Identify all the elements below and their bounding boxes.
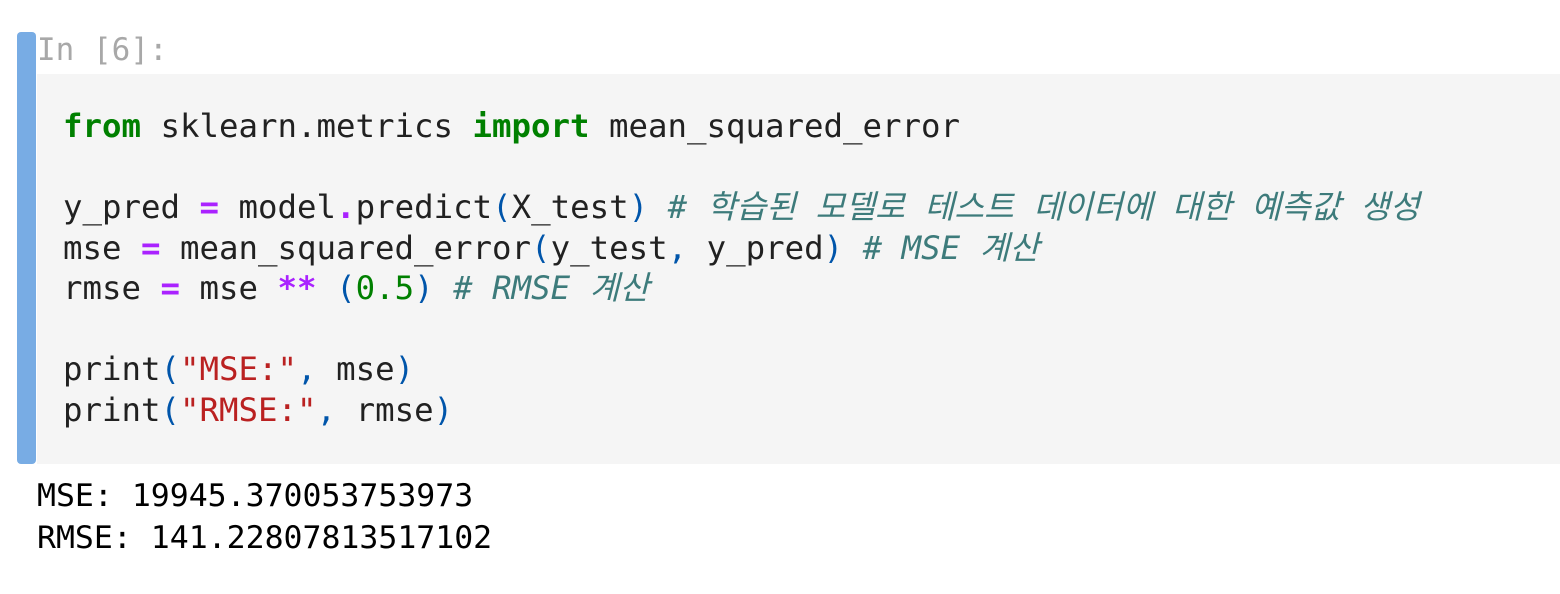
- punctuation: (: [492, 188, 512, 226]
- string-literal: "RMSE:": [180, 390, 317, 429]
- code-text: y_pred: [63, 188, 200, 226]
- code-text: print: [63, 350, 161, 388]
- code-content[interactable]: from sklearn.metrics import mean_squared…: [63, 106, 1420, 430]
- code-line: y_pred = model.predict(X_test) # 학습된 모델로…: [63, 187, 1420, 228]
- number-literal: 0.5: [355, 269, 415, 307]
- punctuation: ): [414, 269, 434, 307]
- code-text: y_test: [550, 228, 668, 267]
- punctuation: ,: [297, 350, 317, 388]
- code-text: y_pred: [687, 228, 824, 267]
- code-text: sklearn.metrics: [141, 107, 473, 145]
- code-text: rmse: [336, 390, 434, 429]
- cell-selection-indicator[interactable]: [17, 32, 36, 464]
- punctuation: ,: [667, 228, 688, 267]
- code-line: mse = mean_squared_error(y_test, y_pred)…: [63, 228, 1420, 269]
- punctuation: ): [433, 390, 454, 429]
- punctuation: ): [628, 188, 649, 226]
- code-text: mse: [316, 350, 395, 388]
- output-line: RMSE: 141.22807813517102: [37, 520, 493, 556]
- operator: **: [277, 269, 317, 307]
- code-text: X_test: [511, 188, 629, 226]
- punctuation: (: [531, 228, 551, 267]
- code-editor[interactable]: from sklearn.metrics import mean_squared…: [37, 74, 1560, 464]
- code-line: print("RMSE:", rmse): [63, 390, 1420, 431]
- comment: # MSE 계산: [862, 228, 1040, 267]
- operator: =: [141, 228, 161, 267]
- output-line: MSE: 19945.370053753973: [37, 478, 474, 514]
- punctuation: ): [823, 228, 844, 267]
- keyword: from: [63, 107, 142, 145]
- code-text: mse: [180, 269, 278, 307]
- keyword: import: [472, 107, 590, 145]
- punctuation: (: [336, 269, 356, 307]
- code-text: predict: [355, 188, 493, 226]
- operator: =: [160, 269, 181, 307]
- comment: # RMSE 계산: [453, 269, 650, 307]
- code-text: mse: [63, 228, 142, 267]
- string-literal: "MSE:": [180, 350, 298, 388]
- punctuation: ,: [316, 390, 337, 429]
- code-line: rmse = mse ** (0.5) # RMSE 계산: [63, 268, 1420, 309]
- operator: .: [336, 188, 356, 226]
- code-line: from sklearn.metrics import mean_squared…: [63, 106, 1420, 147]
- code-text: model: [219, 188, 337, 226]
- cell-prompt: In [6]:: [37, 32, 168, 68]
- operator: =: [199, 188, 220, 226]
- code-text: mean_squared_error: [589, 107, 961, 145]
- code-text: rmse: [63, 269, 161, 307]
- code-text: print: [63, 390, 161, 429]
- cell-output: MSE: 19945.370053753973 RMSE: 141.2280781…: [37, 475, 492, 559]
- code-line: print("MSE:", mse): [63, 349, 1420, 390]
- code-text: mean_squared_error: [160, 228, 532, 267]
- punctuation: (: [160, 350, 181, 388]
- punctuation: ): [394, 350, 415, 388]
- punctuation: (: [160, 390, 181, 429]
- comment: # 학습된 모델로 테스트 데이터에 대한 예측값 생성: [667, 188, 1420, 226]
